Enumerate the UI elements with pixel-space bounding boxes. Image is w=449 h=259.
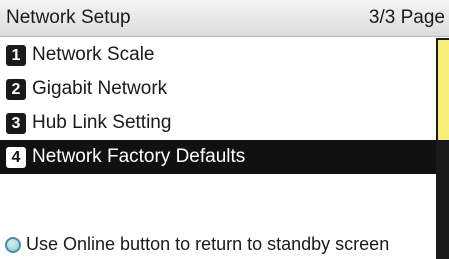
menu-item-network-factory-defaults[interactable]: 4 Network Factory Defaults xyxy=(0,140,436,174)
title-bar: Network Setup 3/3 Page xyxy=(0,0,449,37)
menu-item-label: Network Factory Defaults xyxy=(32,146,246,167)
menu-list: 1 Network Scale 2 Gigabit Network 3 Hub … xyxy=(0,38,436,174)
scrollbar-thumb[interactable] xyxy=(438,40,449,140)
menu-item-network-scale[interactable]: 1 Network Scale xyxy=(0,38,436,72)
item-number-badge: 4 xyxy=(6,147,26,168)
menu-item-label: Gigabit Network xyxy=(32,78,168,99)
online-led-icon xyxy=(5,237,21,253)
status-footer: Use Online button to return to standby s… xyxy=(0,230,436,259)
menu-item-gigabit-network[interactable]: 2 Gigabit Network xyxy=(0,72,436,106)
item-number-badge: 2 xyxy=(6,79,26,100)
item-number-badge: 3 xyxy=(6,113,26,134)
menu-item-hub-link-setting[interactable]: 3 Hub Link Setting xyxy=(0,106,436,140)
menu-item-label: Hub Link Setting xyxy=(32,112,172,133)
scrollbar[interactable] xyxy=(436,38,449,259)
menu-item-label: Network Scale xyxy=(32,44,155,65)
page-indicator: 3/3 Page xyxy=(368,7,445,28)
screen-title: Network Setup xyxy=(6,7,131,28)
standby-hint: Use Online button to return to standby s… xyxy=(26,234,390,254)
item-number-badge: 1 xyxy=(6,45,26,66)
